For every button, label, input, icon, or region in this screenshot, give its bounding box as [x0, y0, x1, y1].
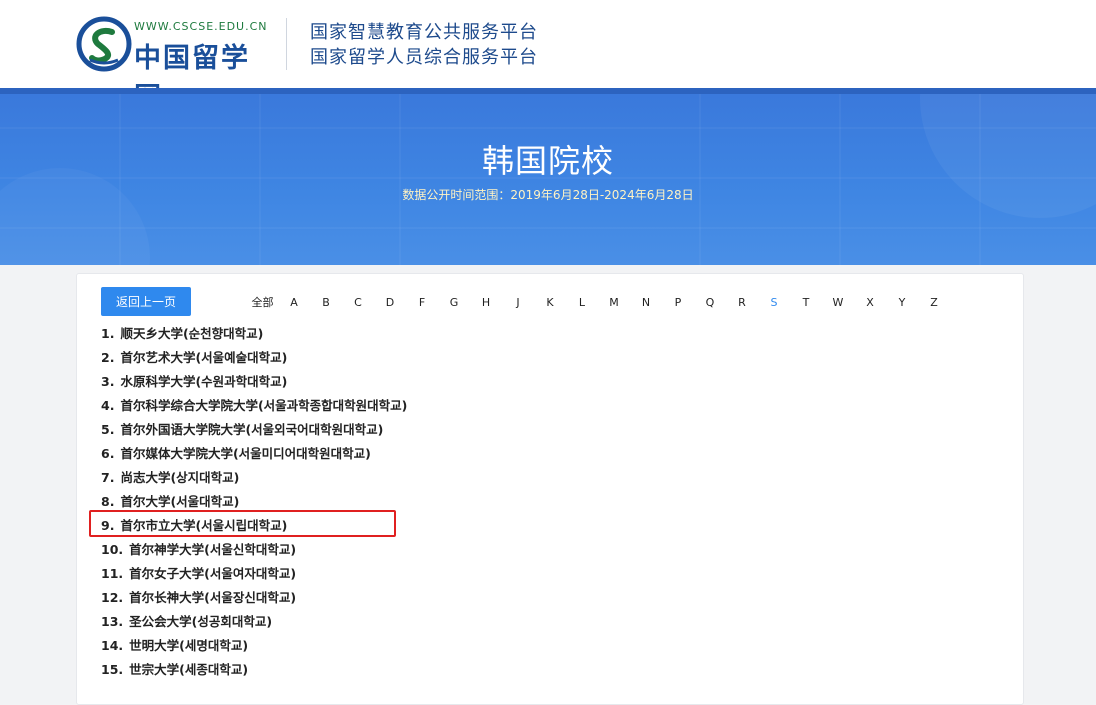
letter-filter-c[interactable]: C — [342, 294, 374, 312]
school-name-link[interactable]: 首尔神学大学(서울신학대학교) — [129, 542, 296, 557]
letter-filter-m[interactable]: M — [598, 294, 630, 312]
school-item[interactable]: 14. 世明大学(세명대학교) — [101, 634, 407, 658]
school-name-link[interactable]: 圣公会大学(성공회대학교) — [129, 614, 272, 629]
school-number: 15. — [101, 662, 124, 677]
school-number: 12. — [101, 590, 124, 605]
school-number: 14. — [101, 638, 124, 653]
school-item[interactable]: 5. 首尔外国语大学院大学(서울외국어대학원대학교) — [101, 418, 407, 442]
school-name-link[interactable]: 尚志大学(상지대학교) — [120, 470, 239, 485]
site-logo[interactable]: WWW.CSCSE.EDU.CN 中国留学网 — [76, 16, 268, 113]
school-number: 1. — [101, 326, 115, 341]
letter-filter-w[interactable]: W — [822, 294, 854, 312]
back-button[interactable]: 返回上一页 — [101, 287, 191, 316]
school-number: 2. — [101, 350, 115, 365]
highlight-box — [89, 510, 396, 537]
school-item[interactable]: 1. 顺天乡大学(순천향대학교) — [101, 322, 407, 346]
platform-line-2: 国家留学人员综合服务平台 — [310, 47, 538, 68]
school-name-link[interactable]: 首尔女子大学(서울여자대학교) — [129, 566, 296, 581]
letter-filter-t[interactable]: T — [790, 294, 822, 312]
letter-filter-k[interactable]: K — [534, 294, 566, 312]
letter-filter-h[interactable]: H — [470, 294, 502, 312]
school-number: 13. — [101, 614, 124, 629]
header-divider — [286, 18, 287, 70]
school-item[interactable]: 10. 首尔神学大学(서울신학대학교) — [101, 538, 407, 562]
school-item[interactable]: 11. 首尔女子大学(서울여자대학교) — [101, 562, 407, 586]
letter-filter-r[interactable]: R — [726, 294, 758, 312]
school-name-link[interactable]: 首尔媒体大学院大学(서울미디어대학원대학교) — [120, 446, 370, 461]
letter-filter-d[interactable]: D — [374, 294, 406, 312]
letter-filter-g[interactable]: G — [438, 294, 470, 312]
school-name-link[interactable]: 首尔长神大学(서울장신대학교) — [129, 590, 296, 605]
school-name-link[interactable]: 首尔科学综合大学院大学(서울과학종합대학원대학교) — [120, 398, 407, 413]
letter-filter-z[interactable]: Z — [918, 294, 950, 312]
school-number: 10. — [101, 542, 124, 557]
data-time-range: 数据公开时间范围：2019年6月28日-2024年6月28日 — [402, 188, 694, 202]
school-number: 11. — [101, 566, 124, 581]
letter-filter-b[interactable]: B — [310, 294, 342, 312]
school-item[interactable]: 7. 尚志大学(상지대학교) — [101, 466, 407, 490]
school-number: 5. — [101, 422, 115, 437]
school-item[interactable]: 3. 水原科学大学(수원과학대학교) — [101, 370, 407, 394]
school-name-link[interactable]: 首尔外国语大学院大学(서울외국어대학원대학교) — [120, 422, 383, 437]
letter-filter-j[interactable]: J — [502, 294, 534, 312]
page-title: 韩国院校 — [481, 142, 614, 180]
site-header: WWW.CSCSE.EDU.CN 中国留学网 国家智慧教育公共服务平台 国家留学… — [0, 0, 1096, 113]
school-number: 7. — [101, 470, 115, 485]
banner-top-bar — [0, 88, 1096, 94]
cscse-emblem-icon — [76, 16, 132, 72]
school-list: 1. 顺天乡大学(순천향대학교) 2. 首尔艺术大学(서울예술대학교) 3. 水原科学大学… — [101, 322, 407, 682]
letter-filter-y[interactable]: Y — [886, 294, 918, 312]
letter-filter-f[interactable]: F — [406, 294, 438, 312]
letter-filter-n[interactable]: N — [630, 294, 662, 312]
letter-filter-a[interactable]: A — [278, 294, 310, 312]
school-number: 6. — [101, 446, 115, 461]
school-item[interactable]: 12. 首尔长神大学(서울장신대학교) — [101, 586, 407, 610]
school-item[interactable]: 13. 圣公会大学(성공회대학교) — [101, 610, 407, 634]
logo-url-text: WWW.CSCSE.EDU.CN — [134, 20, 268, 33]
letter-filter: 全部 A B C D F G H J K L M N P Q R S T W X Y Z — [247, 294, 950, 312]
page-banner: 韩国院校 数据公开时间范围：2019年6月28日-2024年6月28日 — [0, 88, 1096, 265]
school-number: 4. — [101, 398, 115, 413]
school-list-card: 返回上一页 全部 A B C D F G H J K L M N P Q R S T W X Y Z 1. 顺天乡大学(순천… — [76, 273, 1024, 705]
school-name-link[interactable]: 顺天乡大学(순천향대학교) — [120, 326, 263, 341]
letter-filter-p[interactable]: P — [662, 294, 694, 312]
school-item[interactable]: 4. 首尔科学综合大学院大学(서울과학종합대학원대학교) — [101, 394, 407, 418]
platform-line-1: 国家智慧教育公共服务平台 — [310, 22, 538, 43]
platform-names: 国家智慧教育公共服务平台 国家留学人员综合服务平台 — [310, 20, 538, 70]
school-number: 3. — [101, 374, 115, 389]
school-item[interactable]: 6. 首尔媒体大学院大学(서울미디어대학원대학교) — [101, 442, 407, 466]
letter-filter-x[interactable]: X — [854, 294, 886, 312]
school-item[interactable]: 2. 首尔艺术大学(서울예술대학교) — [101, 346, 407, 370]
school-name-link[interactable]: 水原科学大学(수원과학대학교) — [120, 374, 287, 389]
school-name-link[interactable]: 世宗大学(세종대학교) — [129, 662, 248, 677]
letter-filter-l[interactable]: L — [566, 294, 598, 312]
school-item[interactable]: 15. 世宗大学(세종대학교) — [101, 658, 407, 682]
letter-filter-all[interactable]: 全部 — [247, 294, 278, 312]
letter-filter-s[interactable]: S — [758, 294, 790, 312]
school-name-link[interactable]: 首尔艺术大学(서울예술대학교) — [120, 350, 287, 365]
school-name-link[interactable]: 世明大学(세명대학교) — [129, 638, 248, 653]
school-name-link[interactable]: 首尔大学(서울대학교) — [120, 494, 239, 509]
letter-filter-q[interactable]: Q — [694, 294, 726, 312]
